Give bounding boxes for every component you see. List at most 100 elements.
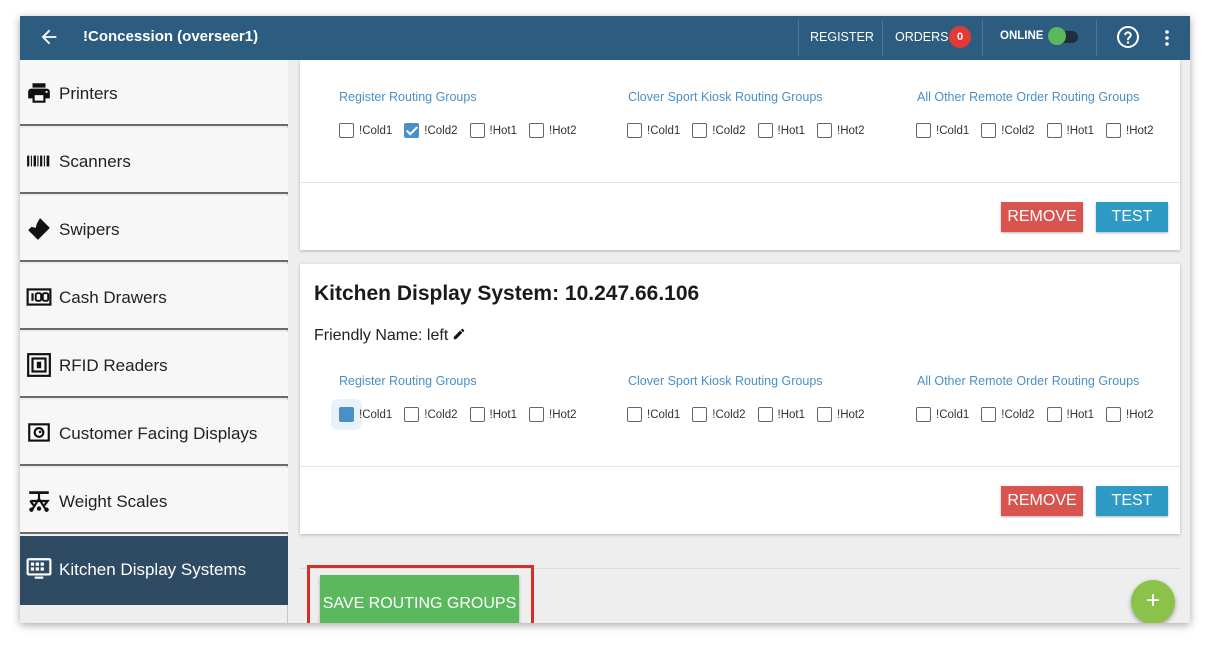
remote-routing-header: All Other Remote Order Routing Groups [917, 374, 1140, 388]
sidebar-item-swipers[interactable]: Swipers [20, 196, 288, 262]
routing-checkbox[interactable] [627, 407, 642, 422]
routing-checkbox[interactable] [404, 407, 420, 422]
routing-checkbox[interactable] [692, 407, 708, 422]
routing-option-label: !Cold1 [936, 124, 970, 137]
sidebar-item-rfid-readers[interactable]: RFID Readers [20, 332, 288, 398]
sidebar-item-weight-scales[interactable]: Weight Scales [20, 468, 288, 534]
routing-option-label: !Cold2 [424, 124, 458, 137]
sidebar-item-cash-drawers[interactable]: Cash Drawers [20, 264, 288, 330]
register-nav-link[interactable]: REGISTER [810, 30, 874, 44]
routing-option-label: !Cold2 [712, 124, 746, 137]
routing-option-label: !Cold1 [359, 124, 393, 137]
routing-checkbox[interactable] [339, 123, 354, 138]
routing-option-label: !Hot2 [1126, 124, 1154, 137]
device-title: Kitchen Display System: 10.247.66.106 [314, 282, 700, 305]
routing-option-label: !Hot2 [837, 408, 865, 421]
routing-checkbox[interactable] [339, 407, 354, 422]
orders-count-badge: 0 [949, 26, 971, 48]
pencil-edit-icon[interactable] [452, 327, 466, 341]
routing-checkbox[interactable] [1046, 407, 1062, 422]
more-vert-icon[interactable] [1160, 26, 1174, 50]
monitor-icon [26, 558, 52, 579]
top-app-bar: !Concession (overseer1) REGISTER ORDERS … [20, 16, 1190, 60]
register-routing-checkboxes: !Cold1 !Cold2 !Hot1 !Hot2 [339, 407, 589, 422]
routing-option-label: !Hot1 [489, 408, 518, 421]
sidebar-item-label: Scanners [59, 152, 131, 171]
routing-option-label: !Hot2 [837, 124, 865, 137]
routing-checkbox[interactable] [627, 123, 642, 138]
routing-option-label: !Hot1 [1066, 124, 1095, 137]
online-toggle[interactable] [1048, 26, 1080, 46]
routing-option-label: !Cold1 [647, 124, 681, 137]
printer-icon [28, 83, 50, 103]
routing-checkbox[interactable] [529, 407, 544, 422]
sidebar-item-label: Weight Scales [59, 492, 168, 511]
kds-device-card: Register Routing Groups Clover Sport Kio… [300, 60, 1180, 250]
orders-nav-link[interactable]: ORDERS [895, 30, 948, 44]
routing-checkbox[interactable] [469, 407, 485, 422]
routing-checkbox[interactable] [757, 407, 773, 422]
customer-display-icon [28, 423, 50, 442]
routing-checkbox[interactable] [529, 123, 544, 138]
routing-option-label: !Cold2 [1001, 124, 1035, 137]
friendly-name: Friendly Name: left [314, 327, 466, 345]
sidebar-item-label: Kitchen Display Systems [59, 560, 247, 579]
sidebar-item-label: Cash Drawers [59, 288, 167, 307]
routing-option-label: !Hot1 [489, 124, 518, 137]
remote-routing-header: All Other Remote Order Routing Groups [917, 90, 1140, 104]
divider [982, 20, 983, 56]
sidebar-item-kitchen-display-systems[interactable]: Kitchen Display Systems [20, 536, 288, 605]
add-device-button[interactable]: + [1131, 580, 1175, 623]
routing-checkbox[interactable] [404, 123, 420, 138]
routing-checkbox[interactable] [757, 123, 773, 138]
remove-button[interactable]: REMOVE [1001, 486, 1083, 516]
routing-checkbox[interactable] [981, 407, 997, 422]
remove-button[interactable]: REMOVE [1001, 202, 1083, 232]
sidebar-item-customer-facing-displays[interactable]: Customer Facing Displays [20, 400, 288, 466]
test-button[interactable]: TEST [1096, 486, 1168, 516]
routing-option-label: !Hot2 [549, 124, 577, 137]
sidebar-item-label: Printers [59, 84, 118, 103]
routing-checkbox[interactable] [916, 407, 931, 422]
routing-checkbox[interactable] [1106, 407, 1121, 422]
card-divider [300, 466, 1180, 467]
kiosk-routing-header: Clover Sport Kiosk Routing Groups [628, 90, 823, 104]
online-label: ONLINE [1000, 30, 1044, 42]
routing-checkbox[interactable] [692, 123, 708, 138]
divider [1096, 20, 1097, 56]
help-icon[interactable] [1116, 25, 1140, 49]
routing-checkbox[interactable] [981, 123, 997, 138]
app-window: !Concession (overseer1) REGISTER ORDERS … [20, 16, 1190, 623]
divider [882, 20, 883, 56]
routing-option-label: !Cold2 [1001, 408, 1035, 421]
routing-checkbox[interactable] [817, 123, 832, 138]
test-button[interactable]: TEST [1096, 202, 1168, 232]
routing-option-label: !Cold1 [359, 408, 393, 421]
scale-icon [29, 491, 50, 512]
sidebar-item-scanners[interactable]: Scanners [20, 128, 288, 194]
routing-checkbox[interactable] [469, 123, 485, 138]
routing-checkbox[interactable] [1046, 123, 1062, 138]
remote-routing-checkboxes: !Cold1 !Cold2 !Hot1 !Hot2 [916, 123, 1166, 138]
save-routing-groups-button[interactable]: SAVE ROUTING GROUPS [320, 575, 519, 623]
kiosk-routing-header: Clover Sport Kiosk Routing Groups [628, 374, 823, 388]
routing-option-label: !Hot1 [777, 124, 806, 137]
routing-checkbox[interactable] [1106, 123, 1121, 138]
register-routing-header: Register Routing Groups [339, 90, 477, 104]
register-routing-checkboxes: !Cold1 !Cold2 !Hot1 !Hot2 [339, 123, 589, 138]
routing-option-label: !Hot2 [1126, 408, 1154, 421]
rfid-icon [27, 353, 51, 377]
routing-option-label: !Cold2 [712, 408, 746, 421]
routing-checkbox[interactable] [916, 123, 931, 138]
back-arrow-icon[interactable] [38, 26, 60, 48]
kiosk-routing-checkboxes: !Cold1 !Cold2 !Hot1 !Hot2 [627, 407, 877, 422]
sidebar-item-label: RFID Readers [59, 356, 168, 375]
main-content: Register Routing Groups Clover Sport Kio… [289, 60, 1190, 623]
cash-drawer-icon [26, 288, 52, 306]
card-swiper-icon [28, 218, 50, 240]
routing-option-label: !Hot2 [549, 408, 577, 421]
sidebar-item-label: Swipers [59, 220, 120, 239]
routing-checkbox[interactable] [817, 407, 832, 422]
routing-option-label: !Cold2 [424, 408, 458, 421]
sidebar-item-printers[interactable]: Printers [20, 60, 288, 126]
